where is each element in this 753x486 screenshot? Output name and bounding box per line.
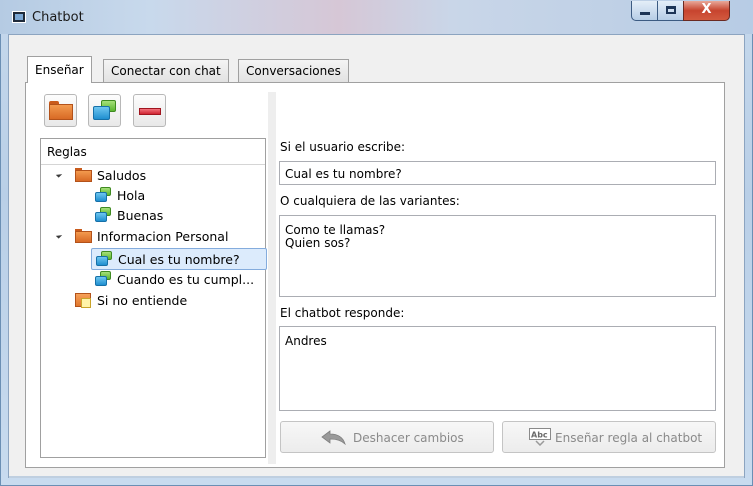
variants-label: O cualquiera de las variantes:	[280, 194, 460, 208]
teach-rule-button[interactable]: Abc Enseñar regla al chatbot	[502, 421, 716, 453]
chat-bubbles-icon	[95, 271, 112, 287]
bot-responds-textarea[interactable]: Andres	[279, 326, 716, 411]
window-bottom-edge	[9, 476, 744, 478]
chat-bubbles-icon	[96, 251, 113, 267]
tree-header: Reglas	[41, 139, 265, 165]
undo-arrow-icon	[321, 430, 347, 446]
add-rule-button[interactable]	[88, 94, 121, 127]
bot-responds-label: El chatbot responde:	[280, 306, 405, 320]
close-button[interactable]: X	[683, 1, 730, 21]
warning-note-icon	[75, 293, 92, 308]
undo-changes-button[interactable]: Deshacer cambios	[280, 421, 494, 453]
tab-conectar-con-chat[interactable]: Conectar con chat	[103, 59, 229, 82]
minimize-button[interactable]	[631, 1, 658, 21]
tree-item-saludos[interactable]: Saludos	[51, 166, 251, 186]
chat-bubbles-icon	[89, 95, 120, 126]
variants-textarea[interactable]: Como te llamas? Quien sos?	[279, 215, 716, 297]
minimize-icon	[640, 12, 650, 15]
add-folder-button[interactable]	[44, 94, 77, 127]
app-icon	[12, 11, 26, 23]
panel-splitter[interactable]	[268, 92, 276, 464]
tab-conversaciones[interactable]: Conversaciones	[238, 59, 349, 82]
expand-arrow-icon[interactable]	[55, 232, 63, 239]
spellcheck-abc-icon: Abc	[529, 428, 551, 447]
tree-item-buenas[interactable]: Buenas	[91, 206, 251, 226]
chat-bubbles-icon	[95, 207, 112, 223]
folder-icon	[75, 168, 92, 182]
folder-icon	[75, 229, 92, 243]
tree-item-cuando-es-tu-cumpl[interactable]: Cuando es tu cumpl...	[91, 270, 267, 290]
maximize-icon	[666, 6, 676, 14]
tree-item-informacion-personal[interactable]: Informacion Personal	[51, 227, 261, 247]
user-writes-input[interactable]: Cual es tu nombre?	[279, 161, 716, 185]
maximize-button[interactable]	[657, 1, 684, 21]
tree-item-si-no-entiende[interactable]: Si no entiende	[51, 291, 251, 311]
window-title: Chatbot	[32, 10, 84, 25]
close-icon: X	[701, 2, 712, 17]
delete-button[interactable]	[133, 94, 166, 127]
rules-tree[interactable]: Reglas Saludos Hola Buenas Informacion P…	[40, 138, 267, 458]
minus-icon	[139, 108, 161, 115]
chat-bubbles-icon	[95, 187, 112, 203]
expand-arrow-icon[interactable]	[55, 171, 63, 178]
tree-item-cual-es-tu-nombre[interactable]: Cual es tu nombre?	[91, 248, 267, 270]
title-bar[interactable]: Chatbot X	[0, 0, 753, 34]
user-writes-label: Si el usuario escribe:	[280, 140, 406, 154]
tab-ensenar[interactable]: Enseñar	[27, 56, 92, 83]
svg-text:Abc: Abc	[531, 431, 548, 440]
tree-item-hola[interactable]: Hola	[91, 186, 251, 206]
folder-icon	[49, 101, 73, 120]
